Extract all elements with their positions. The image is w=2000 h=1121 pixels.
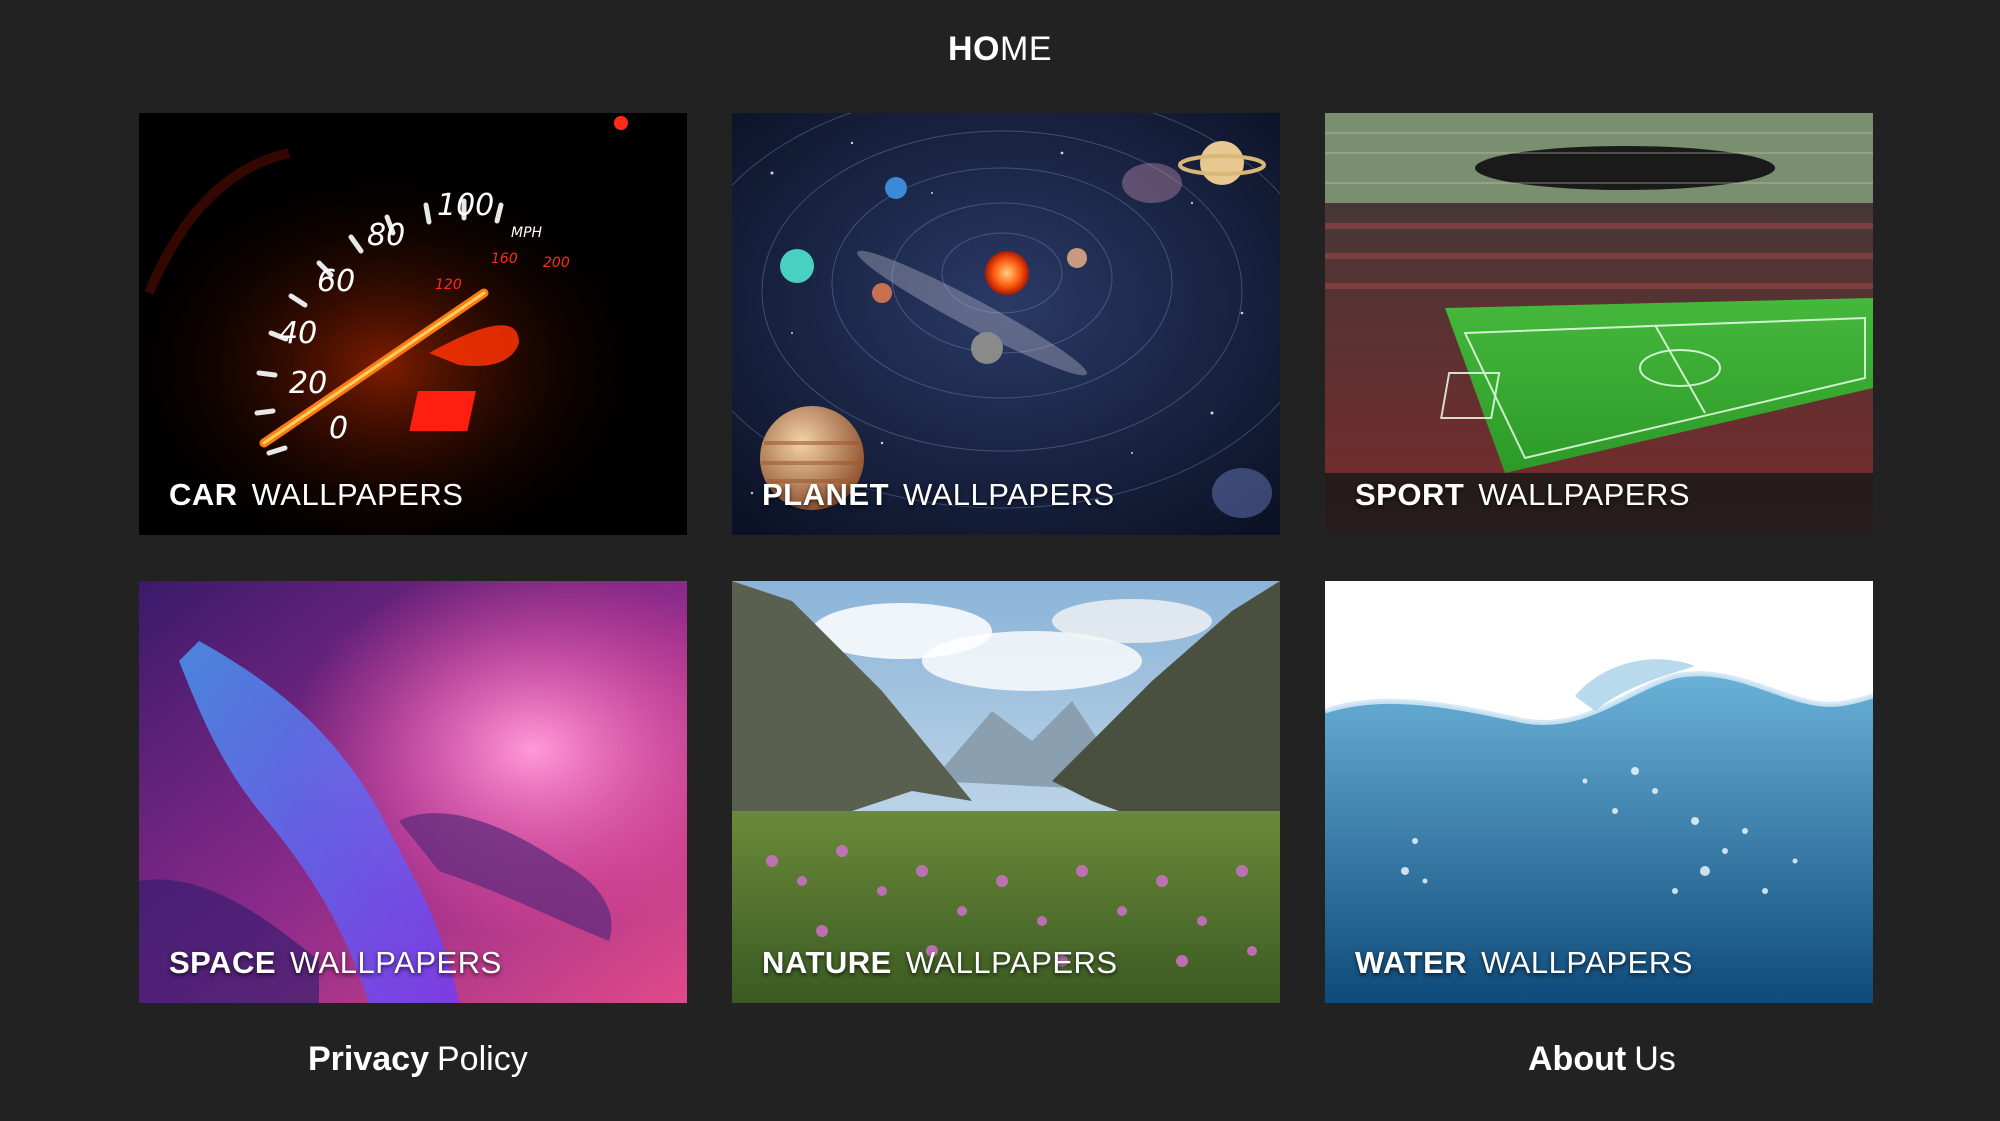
tile-sport-label: SPORT WALLPAPERS (1355, 477, 1690, 513)
tile-car-wallpapers[interactable]: 0 20 40 60 80 100 MPH 120 160 200 CAR WAL… (139, 113, 687, 535)
privacy-policy-rest: Policy (437, 1040, 528, 1078)
tile-water-label-thin: WALLPAPERS (1481, 945, 1693, 980)
tile-space-label-bold: SPACE (169, 945, 277, 980)
privacy-policy-link[interactable]: Privacy Policy (308, 1040, 528, 1079)
speedometer-tick-60: 60 (317, 264, 355, 299)
mountain-valley-image (732, 581, 1280, 1003)
tile-car-label-bold: CAR (169, 477, 238, 512)
speedometer-tick-80: 80 (367, 218, 405, 253)
speedometer-unit: MPH (511, 225, 543, 241)
tile-car-label-thin: WALLPAPERS (251, 477, 464, 512)
water-splash-image (1325, 581, 1873, 1003)
speedometer-inner-120: 120 (435, 277, 462, 293)
privacy-policy-bold: Privacy (308, 1040, 429, 1078)
page-title-bold: HO (948, 30, 1000, 68)
page-title-rest: ME (1000, 30, 1052, 68)
tile-nature-wallpapers[interactable]: NATURE WALLPAPERS (732, 581, 1280, 1003)
nebula-image (139, 581, 687, 1003)
tile-space-wallpapers[interactable]: SPACE WALLPAPERS (139, 581, 687, 1003)
tile-planet-wallpapers[interactable]: PLANET WALLPAPERS (732, 113, 1280, 535)
tile-water-label: WATER WALLPAPERS (1355, 945, 1693, 981)
about-us-bold: About (1528, 1040, 1627, 1078)
tile-planet-label-bold: PLANET (762, 477, 889, 512)
speedometer-tick-40: 40 (279, 316, 317, 351)
about-us-link[interactable]: About Us (1528, 1040, 1676, 1079)
page-title[interactable]: HOME (0, 30, 2000, 69)
football-stadium-image (1325, 113, 1873, 535)
tile-space-label-thin: WALLPAPERS (290, 945, 502, 980)
speedometer-inner-200: 200 (543, 255, 570, 271)
tile-nature-label-bold: NATURE (762, 945, 892, 980)
speedometer-tick-0: 0 (329, 411, 348, 446)
speedometer-image: 0 20 40 60 80 100 MPH 120 160 200 (139, 113, 687, 535)
tile-sport-label-thin: WALLPAPERS (1478, 477, 1691, 512)
speedometer-inner-160: 160 (491, 251, 518, 267)
about-us-rest: Us (1634, 1040, 1676, 1078)
solar-system-image (732, 113, 1280, 535)
tile-space-label: SPACE WALLPAPERS (169, 945, 502, 981)
tile-nature-label: NATURE WALLPAPERS (762, 945, 1118, 981)
tile-water-wallpapers[interactable]: WATER WALLPAPERS (1325, 581, 1873, 1003)
speedometer-tick-100: 100 (437, 188, 494, 223)
tile-planet-label-thin: WALLPAPERS (903, 477, 1115, 512)
tile-nature-label-thin: WALLPAPERS (905, 945, 1118, 980)
tile-water-label-bold: WATER (1355, 945, 1468, 980)
speedometer-tick-20: 20 (289, 366, 327, 401)
tile-sport-wallpapers[interactable]: SPORT WALLPAPERS (1325, 113, 1873, 535)
tile-sport-label-bold: SPORT (1355, 477, 1465, 512)
tile-planet-label: PLANET WALLPAPERS (762, 477, 1115, 513)
tile-car-label: CAR WALLPAPERS (169, 477, 463, 513)
